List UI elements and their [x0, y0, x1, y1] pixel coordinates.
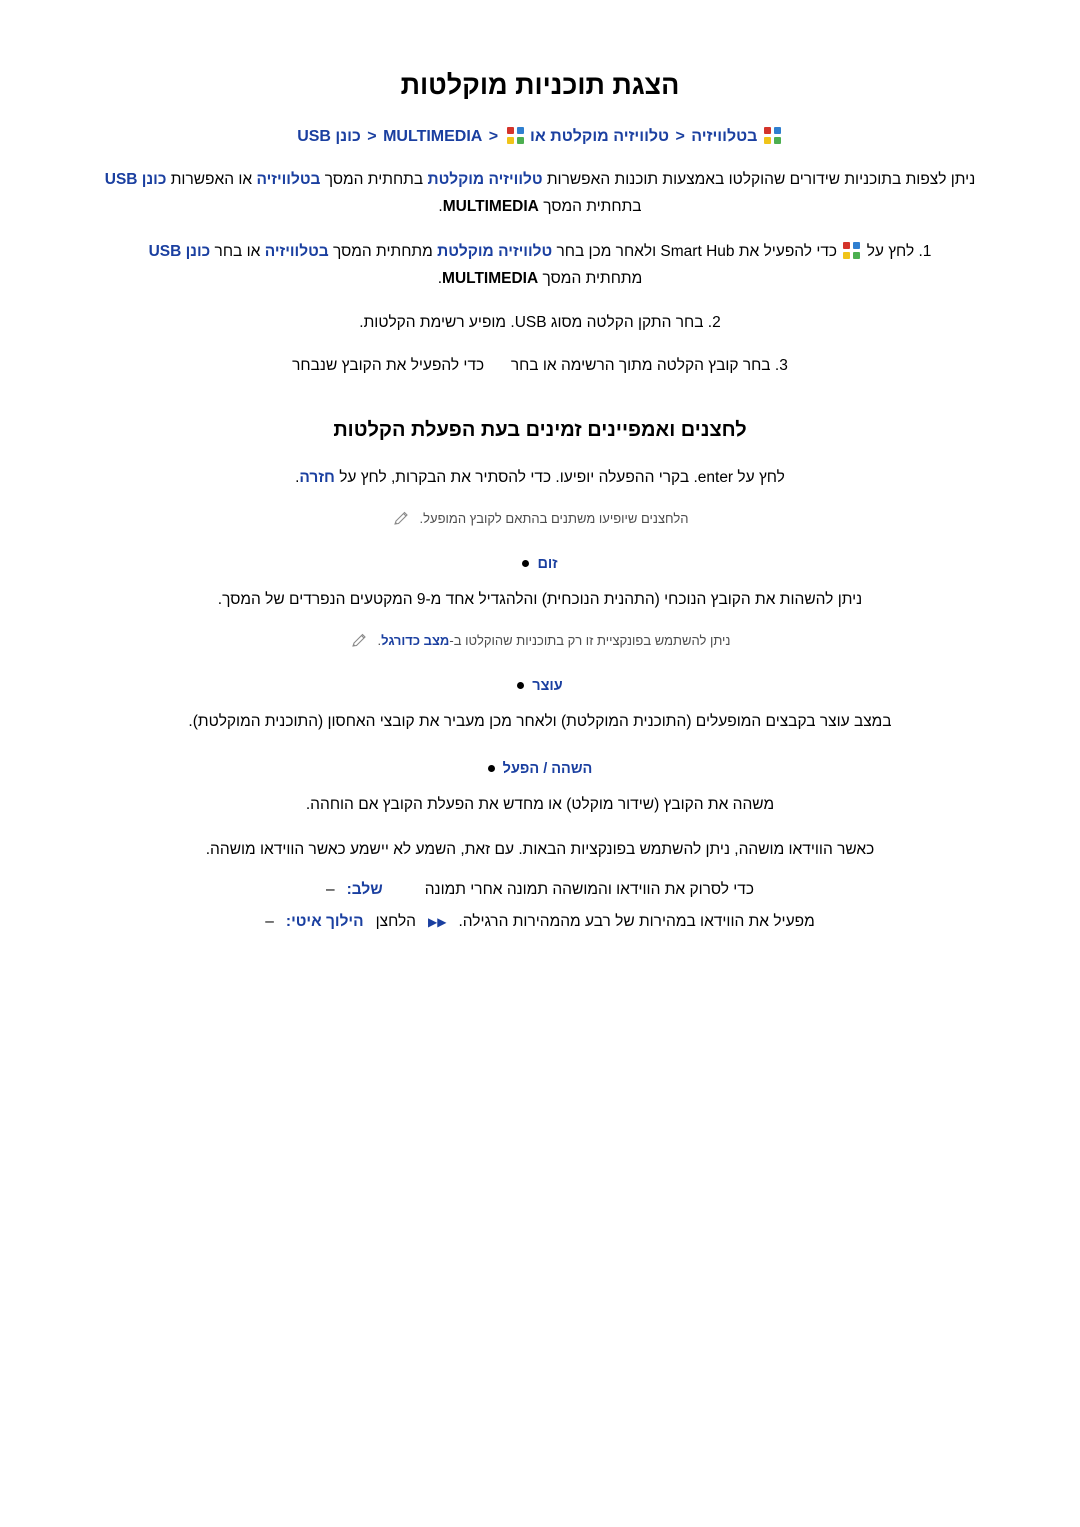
fast-forward-icon: ▶▶ [428, 914, 447, 929]
breadcrumb-sep-1: < [675, 128, 685, 145]
intro-part-2: בתחתית המסך [324, 171, 424, 188]
bullet-dot-icon [522, 560, 530, 568]
step-1-text-d: או בחר [214, 243, 261, 261]
intro-bold-1: טלוויזיה מוקלטת [427, 171, 543, 188]
step-item-3: 3. בחר קובץ הקלטה מתוך הרשימה או בחר כדי… [86, 352, 994, 379]
sub-text-step: כדי לסרוק את הווידאו והמושהה תמונה אחרי … [424, 880, 755, 898]
sub-label-step: שלב: [346, 880, 383, 898]
breadcrumb-sep-3: < [367, 128, 377, 145]
note-zoom-bold: מצב כדורגל [381, 632, 450, 648]
step-number-2: 2. [707, 313, 721, 331]
sub-text-slow-motion-1: הלחצן [375, 912, 416, 930]
note-text-zoom: ניתן להשתמש בפונקציית זו רק בתוכניות שהו… [378, 631, 731, 652]
intro-part-3: או האפשרות [170, 171, 253, 188]
bullet-label-pause-play: השהה / הפעל [502, 760, 593, 777]
smart-hub-icon [763, 127, 781, 144]
step-1-bold-b: בטלוויזיה [264, 243, 329, 261]
breadcrumb-item-1: בטלוויזיה [691, 128, 758, 145]
playback-intro-a: לחץ על enter. בקרי ההפעלה יופיעו. כדי לה… [339, 468, 785, 486]
step-1-bold-c: כונן USB [148, 243, 211, 261]
smart-hub-icon-2 [506, 127, 524, 144]
breadcrumb-sep-2: < [488, 128, 499, 145]
bullet-item-pause-play: השהה / הפעל משהה את הקובץ (שידור מוקלט) … [86, 761, 994, 931]
intro-bold-3: כונן USB [104, 171, 167, 188]
pencil-icon [392, 510, 410, 528]
bullet-head-pause-play: השהה / הפעל [86, 761, 994, 777]
sub-label-slow-motion: הילוך איטי: [285, 912, 364, 930]
bullet-text-zoom: ניתן להשהות את הקובץ הנוכחי (התהנית הנוכ… [217, 590, 863, 608]
page-title: הצגת תוכניות מוקלטות [400, 70, 680, 100]
note-row-zoom: ניתן להשתמש בפונקציית זו רק בתוכניות שהו… [86, 631, 994, 652]
bullet-item-zoom: זום ניתן להשהות את הקובץ הנוכחי (התהנית … [86, 556, 994, 652]
steps-list: 1. לחץ על כדי להפעיל את Smart Hub ולאחר … [86, 238, 994, 379]
bullet-label-zoom: זום [537, 555, 558, 572]
sub-dash-2: – [265, 912, 274, 930]
bullet-head-zoom: זום [86, 556, 994, 572]
step-1-text-c: מתחתית המסך [332, 243, 433, 261]
step-1-text-e: מתחתית המסך [542, 270, 643, 288]
bullet-text-stop: במצב עוצר בקבצים המופעלים (התוכנית המוקל… [188, 712, 892, 730]
note-text-1: הלחצנים שיופיעו משתנים בהתאם לקובץ המופע… [419, 510, 689, 526]
step-1-text-b: כדי להפעיל את Smart Hub ולאחר מכן בחר [556, 243, 838, 261]
step-1-bold-d: MULTIMEDIA [442, 270, 539, 288]
step-1-text-a: לחץ על [866, 243, 915, 261]
breadcrumb-item-4: כונן USB [297, 128, 361, 145]
intro-part-1: ניתן לצפות בתוכניות שידורים שהוקלטו באמצ… [546, 171, 976, 188]
breadcrumb-item-3: MULTIMEDIA [383, 128, 483, 145]
breadcrumb: בטלוויזיה < טלוויזיה מוקלטת או < MULTIME… [86, 127, 994, 146]
step-1-bold-a: טלוויזיה מוקלטת [437, 243, 553, 261]
bullet-dot-icon-3 [487, 765, 495, 773]
sub-item-slow-motion: – הילוך איטי: הלחצן ▶▶ מפעיל את הווידאו … [86, 913, 994, 931]
bullet-label-stop: עוצר [532, 677, 563, 694]
bullet-item-stop: עוצר במצב עוצר בקבצים המופעלים (התוכנית … [86, 678, 994, 735]
playback-intro-bold: חזרה [299, 468, 335, 486]
bullet-head-stop: עוצר [86, 678, 994, 694]
sub-dash-1: – [325, 880, 335, 898]
feature-bullets: זום ניתן להשהות את הקובץ הנוכחי (התהנית … [86, 556, 994, 931]
bullet-text-pause-play-b: כאשר הווידאו מושהה, ניתן להשתמש בפונקציו… [205, 840, 875, 858]
step-item-1: 1. לחץ על כדי להפעיל את Smart Hub ולאחר … [86, 238, 994, 292]
step-item-2: 2. בחר התקן הקלטה מסוג USB. מופיע רשימת … [86, 309, 994, 336]
section-title-playback: לחצנים ואמפיינים זמינים בעת הפעלת הקלטות [333, 418, 747, 441]
note-zoom-a: ניתן להשתמש בפונקציית זו רק בתוכניות שהו… [449, 632, 731, 648]
playback-intro: לחץ על enter. בקרי ההפעלה יופיעו. כדי לה… [86, 464, 994, 491]
bullet-text-pause-play-a: משהה את הקובץ (שידור מוקלט) או מחדש את ה… [305, 795, 775, 813]
note-row-1: הלחצנים שיופיעו משתנים בהתאם לקובץ המופע… [86, 509, 994, 530]
step-3-text-b: כדי להפעיל את הקובץ שנבחר [292, 356, 485, 374]
intro-paragraph: ניתן לצפות בתוכניות שידורים שהוקלטו באמצ… [86, 166, 994, 220]
step-2-text: בחר התקן הקלטה מסוג USB. מופיע רשימת הקל… [359, 313, 704, 331]
intro-bold-2: בטלוויזיה [256, 171, 321, 188]
pencil-icon-2 [350, 632, 368, 650]
document-page: הצגת תוכניות מוקלטות בטלוויזיה < טלוויזי… [0, 0, 1080, 1527]
step-3-text-a: בחר קובץ הקלטה מתוך הרשימה או בחר [510, 356, 771, 374]
sub-text-slow-motion-2: מפעיל את הווידאו במהירות של רבע מהמהירות… [458, 912, 815, 930]
breadcrumb-or: או [530, 128, 546, 145]
intro-part-4: בתחתית המסך [543, 198, 642, 216]
sub-item-step: – שלב: כדי לסרוק את הווידאו והמושהה תמונ… [86, 881, 994, 899]
intro-bold-4: MULTIMEDIA [442, 198, 539, 216]
bullet-dot-icon-2 [517, 682, 525, 690]
step-number-1: 1. [918, 243, 932, 261]
breadcrumb-item-2: טלוויזיה מוקלטת [550, 128, 670, 145]
smart-hub-icon-3 [843, 242, 861, 260]
step-number-3: 3. [774, 356, 788, 374]
